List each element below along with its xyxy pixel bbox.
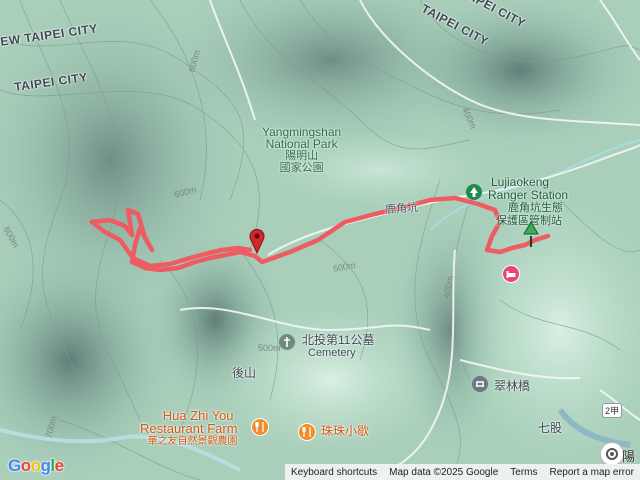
corner-partial-label: 陽 <box>622 449 636 464</box>
cemetery-label-zh[interactable]: 北投第11公墓 <box>302 331 374 348</box>
contour-label-500-lower: 500m <box>258 343 281 353</box>
report-error-link[interactable]: Report a map error <box>544 467 640 478</box>
google-logo-letter: o <box>30 456 41 475</box>
road-shield: 2甲 <box>602 403 623 418</box>
google-logo-letter: o <box>20 456 31 475</box>
ranger-station-en-2: Ranger Station <box>488 188 569 202</box>
zhuzhu-label[interactable]: 珠珠小歇 <box>321 425 369 438</box>
restaurant-icon[interactable] <box>251 418 269 436</box>
qigu-label: 七股 <box>538 421 563 435</box>
restaurant-icon-2[interactable] <box>298 423 316 441</box>
crosshair-icon <box>606 448 618 460</box>
end-marker-icon[interactable] <box>249 228 265 254</box>
park-name-zh-1: 陽明山 <box>285 150 319 162</box>
terms-link[interactable]: Terms <box>504 467 543 478</box>
google-logo: Google <box>8 456 64 476</box>
google-logo-letter: e <box>54 456 64 475</box>
attribution-bar: Keyboard shortcuts Map data ©2025 Google… <box>284 464 640 480</box>
farm-name-en-2: Restaurant Farm <box>140 421 238 436</box>
bridge-icon[interactable] <box>472 376 488 392</box>
road-label-lujiaokeng: 鹿角坑 <box>384 201 419 217</box>
farm-label[interactable]: Hua Zhi You Restaurant Farm 華之友自然景觀農園 <box>140 409 238 448</box>
google-logo-letter: G <box>8 456 21 475</box>
park-label: Yangmingshan National Park 陽明山 國家公園 <box>262 126 341 174</box>
map-data-text: Map data ©2025 Google <box>389 466 499 478</box>
park-name-zh-2: 國家公園 <box>279 162 324 174</box>
google-logo-letter: g <box>40 456 51 475</box>
my-location-button[interactable] <box>600 442 624 466</box>
farm-name-zh: 華之友自然景觀農園 <box>147 436 238 447</box>
map-view[interactable]: EW TAIPEI CITY TAIPEI CITY TAIPEI CITY T… <box>0 0 640 480</box>
cemetery-icon[interactable] <box>279 334 295 350</box>
keyboard-shortcuts-link[interactable]: Keyboard shortcuts <box>285 467 383 478</box>
terrain-layer <box>0 0 640 480</box>
park-name-en-2: National Park <box>265 137 338 151</box>
hotel-icon[interactable] <box>502 265 520 283</box>
houshan-label: 後山 <box>232 366 257 380</box>
start-marker-icon[interactable] <box>522 220 540 248</box>
tree-icon[interactable] <box>466 184 482 200</box>
ranger-station-zh-1: 鹿角坑生態 <box>508 202 563 214</box>
cemetery-label-en: Cemetery <box>308 347 356 359</box>
cuilin-bridge-label[interactable]: 翠林橋 <box>494 377 530 394</box>
